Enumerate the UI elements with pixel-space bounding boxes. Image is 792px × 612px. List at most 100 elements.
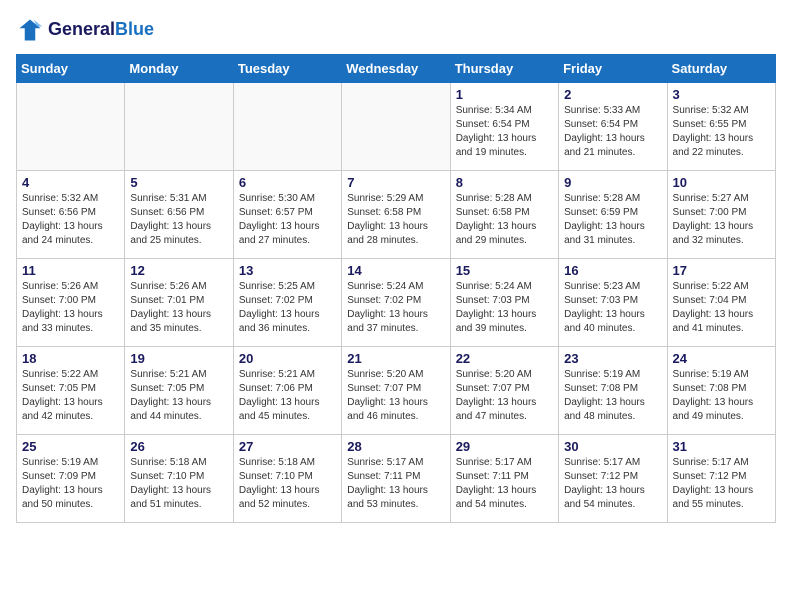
day-number: 20 bbox=[239, 351, 336, 366]
logo-text: GeneralBlue bbox=[48, 20, 154, 40]
day-number: 11 bbox=[22, 263, 119, 278]
day-cell: 22 Sunrise: 5:20 AM Sunset: 7:07 PM Dayli… bbox=[450, 347, 558, 435]
day-info: Sunrise: 5:31 AM Sunset: 6:56 PM Dayligh… bbox=[130, 192, 227, 248]
day-header-wednesday: Wednesday bbox=[342, 55, 450, 83]
logo: GeneralBlue bbox=[16, 16, 154, 44]
day-number: 24 bbox=[673, 351, 770, 366]
day-cell: 23 Sunrise: 5:19 AM Sunset: 7:08 PM Dayli… bbox=[559, 347, 667, 435]
day-number: 22 bbox=[456, 351, 553, 366]
day-cell: 15Sunrise: 5:24 AM Sunset: 7:03 PM Dayli… bbox=[450, 259, 558, 347]
day-header-monday: Monday bbox=[125, 55, 233, 83]
day-cell: 10Sunrise: 5:27 AM Sunset: 7:00 PM Dayli… bbox=[667, 171, 775, 259]
day-number: 19 bbox=[130, 351, 227, 366]
day-cell: 19 Sunrise: 5:21 AM Sunset: 7:05 PM Dayli… bbox=[125, 347, 233, 435]
day-cell: 6 Sunrise: 5:30 AM Sunset: 6:57 PM Daylig… bbox=[233, 171, 341, 259]
day-number: 8 bbox=[456, 175, 553, 190]
day-cell: 30 Sunrise: 5:17 AM Sunset: 7:12 PM Dayli… bbox=[559, 435, 667, 523]
day-number: 23 bbox=[564, 351, 661, 366]
day-cell: 25 Sunrise: 5:19 AM Sunset: 7:09 PM Dayli… bbox=[17, 435, 125, 523]
day-info: Sunrise: 5:21 AM Sunset: 7:06 PM Dayligh… bbox=[239, 368, 336, 424]
week-row-3: 11 Sunrise: 5:26 AM Sunset: 7:00 PM Dayli… bbox=[17, 259, 776, 347]
day-number: 3 bbox=[673, 87, 770, 102]
day-number: 17 bbox=[673, 263, 770, 278]
day-number: 5 bbox=[130, 175, 227, 190]
day-header-thursday: Thursday bbox=[450, 55, 558, 83]
day-cell: 3 Sunrise: 5:32 AM Sunset: 6:55 PM Daylig… bbox=[667, 83, 775, 171]
day-info: Sunrise: 5:18 AM Sunset: 7:10 PM Dayligh… bbox=[130, 456, 227, 512]
page-header: GeneralBlue bbox=[16, 16, 776, 44]
day-number: 25 bbox=[22, 439, 119, 454]
day-info: Sunrise: 5:22 AM Sunset: 7:05 PM Dayligh… bbox=[22, 368, 119, 424]
day-cell: 28Sunrise: 5:17 AM Sunset: 7:11 PM Dayli… bbox=[342, 435, 450, 523]
day-cell: 17Sunrise: 5:22 AM Sunset: 7:04 PM Dayli… bbox=[667, 259, 775, 347]
day-cell bbox=[125, 83, 233, 171]
day-cell: 16Sunrise: 5:23 AM Sunset: 7:03 PM Dayli… bbox=[559, 259, 667, 347]
day-info: Sunrise: 5:27 AM Sunset: 7:00 PM Dayligh… bbox=[673, 192, 770, 248]
day-info: Sunrise: 5:17 AM Sunset: 7:12 PM Dayligh… bbox=[673, 456, 770, 512]
day-info: Sunrise: 5:28 AM Sunset: 6:59 PM Dayligh… bbox=[564, 192, 661, 248]
day-info: Sunrise: 5:34 AM Sunset: 6:54 PM Dayligh… bbox=[456, 104, 553, 160]
day-number: 29 bbox=[456, 439, 553, 454]
day-cell: 5 Sunrise: 5:31 AM Sunset: 6:56 PM Daylig… bbox=[125, 171, 233, 259]
day-info: Sunrise: 5:17 AM Sunset: 7:12 PM Dayligh… bbox=[564, 456, 661, 512]
day-cell: 12Sunrise: 5:26 AM Sunset: 7:01 PM Dayli… bbox=[125, 259, 233, 347]
day-cell: 8 Sunrise: 5:28 AM Sunset: 6:58 PM Daylig… bbox=[450, 171, 558, 259]
day-number: 4 bbox=[22, 175, 119, 190]
logo-icon bbox=[16, 16, 44, 44]
day-cell: 9 Sunrise: 5:28 AM Sunset: 6:59 PM Daylig… bbox=[559, 171, 667, 259]
day-cell: 31Sunrise: 5:17 AM Sunset: 7:12 PM Dayli… bbox=[667, 435, 775, 523]
calendar-table: SundayMondayTuesdayWednesdayThursdayFrid… bbox=[16, 54, 776, 523]
day-cell: 13Sunrise: 5:25 AM Sunset: 7:02 PM Dayli… bbox=[233, 259, 341, 347]
day-info: Sunrise: 5:20 AM Sunset: 7:07 PM Dayligh… bbox=[347, 368, 444, 424]
day-info: Sunrise: 5:32 AM Sunset: 6:56 PM Dayligh… bbox=[22, 192, 119, 248]
day-number: 30 bbox=[564, 439, 661, 454]
day-info: Sunrise: 5:33 AM Sunset: 6:54 PM Dayligh… bbox=[564, 104, 661, 160]
day-cell: 21 Sunrise: 5:20 AM Sunset: 7:07 PM Dayli… bbox=[342, 347, 450, 435]
day-header-sunday: Sunday bbox=[17, 55, 125, 83]
day-info: Sunrise: 5:19 AM Sunset: 7:08 PM Dayligh… bbox=[564, 368, 661, 424]
day-cell: 27Sunrise: 5:18 AM Sunset: 7:10 PM Dayli… bbox=[233, 435, 341, 523]
day-cell: 20 Sunrise: 5:21 AM Sunset: 7:06 PM Dayli… bbox=[233, 347, 341, 435]
day-info: Sunrise: 5:19 AM Sunset: 7:08 PM Dayligh… bbox=[673, 368, 770, 424]
day-cell bbox=[17, 83, 125, 171]
day-info: Sunrise: 5:24 AM Sunset: 7:02 PM Dayligh… bbox=[347, 280, 444, 336]
day-header-saturday: Saturday bbox=[667, 55, 775, 83]
day-info: Sunrise: 5:26 AM Sunset: 7:00 PM Dayligh… bbox=[22, 280, 119, 336]
day-cell: 29Sunrise: 5:17 AM Sunset: 7:11 PM Dayli… bbox=[450, 435, 558, 523]
day-cell: 24 Sunrise: 5:19 AM Sunset: 7:08 PM Dayli… bbox=[667, 347, 775, 435]
week-row-4: 18 Sunrise: 5:22 AM Sunset: 7:05 PM Dayli… bbox=[17, 347, 776, 435]
day-number: 21 bbox=[347, 351, 444, 366]
week-row-2: 4 Sunrise: 5:32 AM Sunset: 6:56 PM Daylig… bbox=[17, 171, 776, 259]
day-cell: 7Sunrise: 5:29 AM Sunset: 6:58 PM Daylig… bbox=[342, 171, 450, 259]
day-number: 16 bbox=[564, 263, 661, 278]
day-number: 6 bbox=[239, 175, 336, 190]
day-cell bbox=[342, 83, 450, 171]
day-header-tuesday: Tuesday bbox=[233, 55, 341, 83]
day-cell: 2 Sunrise: 5:33 AM Sunset: 6:54 PM Daylig… bbox=[559, 83, 667, 171]
day-info: Sunrise: 5:26 AM Sunset: 7:01 PM Dayligh… bbox=[130, 280, 227, 336]
day-number: 26 bbox=[130, 439, 227, 454]
day-info: Sunrise: 5:20 AM Sunset: 7:07 PM Dayligh… bbox=[456, 368, 553, 424]
day-cell: 11 Sunrise: 5:26 AM Sunset: 7:00 PM Dayli… bbox=[17, 259, 125, 347]
day-number: 9 bbox=[564, 175, 661, 190]
day-cell: 4 Sunrise: 5:32 AM Sunset: 6:56 PM Daylig… bbox=[17, 171, 125, 259]
day-number: 13 bbox=[239, 263, 336, 278]
day-info: Sunrise: 5:19 AM Sunset: 7:09 PM Dayligh… bbox=[22, 456, 119, 512]
day-number: 18 bbox=[22, 351, 119, 366]
day-info: Sunrise: 5:24 AM Sunset: 7:03 PM Dayligh… bbox=[456, 280, 553, 336]
day-number: 7 bbox=[347, 175, 444, 190]
day-info: Sunrise: 5:32 AM Sunset: 6:55 PM Dayligh… bbox=[673, 104, 770, 160]
day-info: Sunrise: 5:30 AM Sunset: 6:57 PM Dayligh… bbox=[239, 192, 336, 248]
day-info: Sunrise: 5:21 AM Sunset: 7:05 PM Dayligh… bbox=[130, 368, 227, 424]
day-header-friday: Friday bbox=[559, 55, 667, 83]
header-row: SundayMondayTuesdayWednesdayThursdayFrid… bbox=[17, 55, 776, 83]
day-cell: 1 Sunrise: 5:34 AM Sunset: 6:54 PM Daylig… bbox=[450, 83, 558, 171]
day-number: 27 bbox=[239, 439, 336, 454]
day-cell: 14Sunrise: 5:24 AM Sunset: 7:02 PM Dayli… bbox=[342, 259, 450, 347]
day-info: Sunrise: 5:17 AM Sunset: 7:11 PM Dayligh… bbox=[347, 456, 444, 512]
day-number: 2 bbox=[564, 87, 661, 102]
day-info: Sunrise: 5:28 AM Sunset: 6:58 PM Dayligh… bbox=[456, 192, 553, 248]
day-number: 1 bbox=[456, 87, 553, 102]
day-cell: 26 Sunrise: 5:18 AM Sunset: 7:10 PM Dayli… bbox=[125, 435, 233, 523]
day-cell: 18 Sunrise: 5:22 AM Sunset: 7:05 PM Dayli… bbox=[17, 347, 125, 435]
